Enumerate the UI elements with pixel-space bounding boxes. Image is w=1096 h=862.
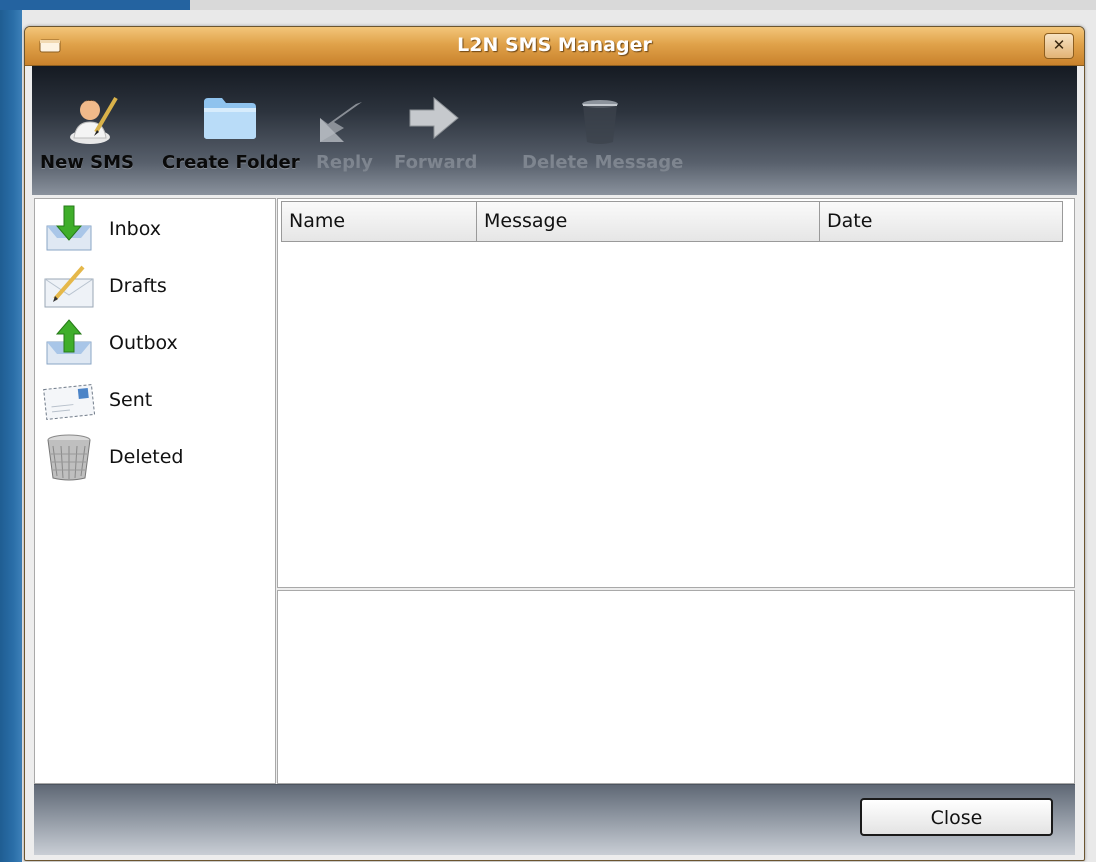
reply-arrow-icon	[320, 102, 362, 142]
trash-can-icon	[582, 100, 618, 144]
new-sms-label: New SMS	[40, 152, 135, 173]
forward-label: Forward	[394, 152, 478, 173]
sidebar-item-inbox[interactable]: Inbox	[43, 202, 269, 254]
sidebar-item-sent-label: Sent	[109, 389, 153, 411]
column-header-message[interactable]: Message	[476, 201, 820, 242]
sidebar-item-sent[interactable]: Sent	[43, 373, 269, 425]
folder-sidebar: Inbox Drafts Outbox Sent Deleted	[34, 198, 276, 784]
sidebar-item-inbox-label: Inbox	[109, 218, 161, 240]
drafts-icon	[44, 265, 94, 308]
toolbar: New SMS Create Folder Reply Forward Dele…	[32, 66, 1077, 195]
create-folder-label: Create Folder	[162, 152, 300, 173]
title-bar[interactable]: L2N SMS Manager ✕	[25, 27, 1084, 66]
sidebar-item-drafts[interactable]: Drafts	[43, 259, 269, 311]
column-header-name[interactable]: Name	[281, 201, 477, 242]
desktop-background	[0, 0, 22, 862]
sms-manager-window: L2N SMS Manager ✕ New SMS Create Folder	[24, 26, 1085, 861]
message-preview-pane[interactable]	[277, 590, 1075, 784]
sidebar-item-deleted-label: Deleted	[109, 446, 184, 468]
sent-envelope-icon	[43, 384, 95, 420]
delete-message-label: Delete Message	[522, 152, 684, 173]
close-button[interactable]: Close	[860, 798, 1053, 836]
folder-icon	[204, 98, 256, 139]
reply-label: Reply	[316, 152, 373, 173]
window-close-icon[interactable]: ✕	[1044, 33, 1074, 59]
desktop-panel-strip	[0, 0, 190, 10]
outbox-icon	[46, 319, 92, 365]
inbox-icon	[46, 205, 92, 251]
forward-arrow-icon	[409, 96, 459, 140]
sidebar-item-deleted[interactable]: Deleted	[43, 430, 269, 482]
window-title: L2N SMS Manager	[457, 34, 652, 56]
sidebar-item-outbox[interactable]: Outbox	[43, 316, 269, 368]
new-sms-person-pen-icon	[70, 96, 118, 144]
column-header-date[interactable]: Date	[819, 201, 1063, 242]
button-bar: Close	[34, 784, 1075, 855]
desktop-panel-strip-gray	[190, 0, 1096, 10]
sidebar-item-outbox-label: Outbox	[109, 332, 178, 354]
sidebar-item-drafts-label: Drafts	[109, 275, 167, 297]
wastebasket-icon	[47, 434, 91, 481]
message-list[interactable]: Name Message Date	[277, 198, 1075, 588]
